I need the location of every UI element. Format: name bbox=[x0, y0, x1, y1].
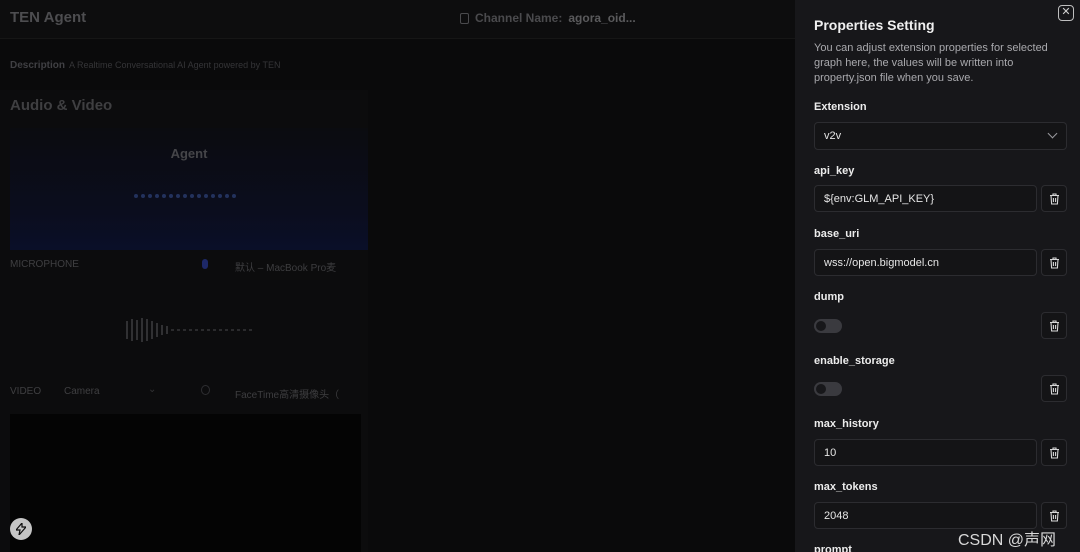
enable-storage-toggle[interactable] bbox=[814, 382, 842, 396]
field-label-api-key: api_key bbox=[814, 165, 855, 177]
dump-toggle[interactable] bbox=[814, 319, 842, 333]
delete-enable-storage-button[interactable] bbox=[1041, 375, 1067, 402]
api-key-input[interactable] bbox=[814, 185, 1037, 212]
delete-dump-button[interactable] bbox=[1041, 312, 1067, 339]
close-icon[interactable]: ✕ bbox=[1058, 5, 1074, 21]
properties-drawer: Properties Setting ✕ You can adjust exte… bbox=[795, 0, 1080, 552]
trash-icon bbox=[1050, 510, 1059, 522]
delete-max-tokens-button[interactable] bbox=[1041, 502, 1067, 529]
trash-icon bbox=[1050, 193, 1059, 205]
extension-label: Extension bbox=[814, 101, 867, 113]
watermark: CSDN @声网 bbox=[958, 532, 1057, 549]
trash-icon bbox=[1050, 383, 1059, 395]
delete-max-history-button[interactable] bbox=[1041, 439, 1067, 466]
trash-icon bbox=[1050, 447, 1059, 459]
drawer-title: Properties Setting bbox=[814, 17, 935, 33]
modal-overlay[interactable] bbox=[0, 0, 795, 552]
drawer-subtitle: You can adjust extension properties for … bbox=[814, 42, 1048, 84]
field-label-dump: dump bbox=[814, 291, 844, 303]
max-tokens-input[interactable] bbox=[814, 502, 1037, 529]
delete-api-key-button[interactable] bbox=[1041, 185, 1067, 212]
delete-base-uri-button[interactable] bbox=[1041, 249, 1067, 276]
extension-value: v2v bbox=[824, 130, 842, 142]
base-uri-input[interactable] bbox=[814, 249, 1037, 276]
field-label-max-tokens: max_tokens bbox=[814, 481, 878, 493]
field-label-prompt: prompt bbox=[814, 544, 852, 552]
field-label-base-uri: base_uri bbox=[814, 228, 860, 240]
trash-icon bbox=[1050, 320, 1059, 332]
max-history-input[interactable] bbox=[814, 439, 1037, 466]
trash-icon bbox=[1050, 257, 1059, 269]
field-label-enable-storage: enable_storage bbox=[814, 355, 895, 367]
field-label-max-history: max_history bbox=[814, 418, 879, 430]
extension-select[interactable]: v2v bbox=[814, 122, 1067, 150]
chevron-down-icon bbox=[1047, 128, 1058, 139]
